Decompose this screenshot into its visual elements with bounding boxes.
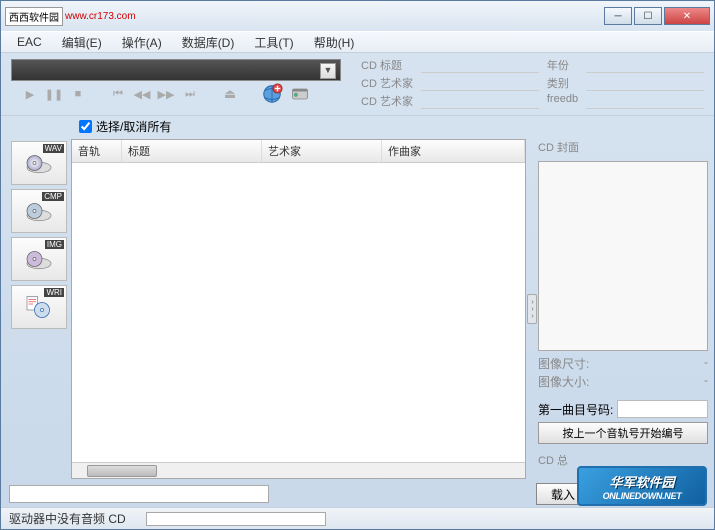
img-dim-value: -	[595, 355, 708, 372]
select-all-label: 选择/取消所有	[96, 118, 171, 135]
menu-edit[interactable]: 编辑(E)	[52, 32, 112, 53]
main-area: WAV CMP IMG WRI 音轨 标题 艺术家 作曲家	[1, 139, 714, 481]
cd-artist2-field[interactable]	[421, 93, 539, 109]
extract-compressed-button[interactable]: CMP	[11, 189, 67, 233]
browser-icon[interactable]	[289, 83, 311, 105]
img-badge: IMG	[45, 240, 64, 249]
cmp-badge: CMP	[42, 192, 64, 201]
titlebar[interactable]: 西西软件园 www.cr173.com ─ ☐ ✕	[1, 1, 714, 31]
toolbar: ▶ ❚❚ ■ ⏮ ◀◀ ▶▶ ⏭ ⏏ CD 标题	[1, 53, 714, 116]
statusbar: 驱动器中没有音频 CD	[1, 507, 714, 529]
cd-freedb-label: freedb	[547, 93, 578, 109]
status-text: 驱动器中没有音频 CD	[9, 510, 126, 527]
bottom-input1[interactable]	[9, 485, 269, 503]
cd-artist2-label: CD 艺术家	[361, 93, 413, 109]
new-button[interactable]: 新建	[652, 483, 706, 505]
stop-button[interactable]: ■	[69, 85, 87, 103]
app-window: 西西软件园 www.cr173.com ─ ☐ ✕ EAC 编辑(E) 操作(A…	[0, 0, 715, 530]
right-panel: CD 封面 图像尺寸: - 图像大小: - 第一曲目号码: 按上一个音轨号开始编…	[538, 139, 708, 479]
pause-button[interactable]: ❚❚	[45, 85, 63, 103]
drive-select[interactable]	[11, 59, 341, 81]
menu-help[interactable]: 帮助(H)	[304, 32, 365, 53]
col-artist[interactable]: 艺术家	[262, 140, 382, 162]
menu-action[interactable]: 操作(A)	[112, 32, 172, 53]
freedb-icon[interactable]	[261, 83, 283, 105]
cd-year-field[interactable]	[586, 57, 704, 73]
track-list: 音轨 标题 艺术家 作曲家	[71, 139, 526, 479]
track-body[interactable]	[72, 163, 525, 462]
rewind-button[interactable]: ◀◀	[133, 85, 151, 103]
renumber-button[interactable]: 按上一个音轨号开始编号	[538, 422, 708, 444]
cd-total-label: CD 总	[538, 452, 708, 468]
cd-title-field[interactable]	[421, 57, 539, 73]
select-all-checkbox[interactable]	[79, 120, 92, 133]
col-track[interactable]: 音轨	[72, 140, 122, 162]
wav-badge: WAV	[43, 144, 64, 153]
watermark-site: 西西软件园	[5, 7, 63, 26]
first-track-button[interactable]: ⏮	[109, 85, 127, 103]
save-button[interactable]: 保存	[594, 483, 648, 505]
close-button[interactable]: ✕	[664, 7, 710, 25]
menu-tools[interactable]: 工具(T)	[244, 32, 303, 53]
extract-image-button[interactable]: IMG	[11, 237, 67, 281]
eject-button[interactable]: ⏏	[221, 85, 239, 103]
play-button[interactable]: ▶	[21, 85, 39, 103]
col-composer[interactable]: 作曲家	[382, 140, 525, 162]
splitter-handle[interactable]: ›››	[527, 294, 537, 324]
cd-artist-field[interactable]	[421, 75, 539, 91]
cover-label: CD 封面	[538, 139, 708, 155]
cd-year-label: 年份	[547, 57, 578, 73]
forward-button[interactable]: ▶▶	[157, 85, 175, 103]
last-track-button[interactable]: ⏭	[181, 85, 199, 103]
load-button[interactable]: 载入	[536, 483, 590, 505]
track-header: 音轨 标题 艺术家 作曲家	[72, 140, 525, 163]
write-cd-button[interactable]: WRI	[11, 285, 67, 329]
cd-genre-field[interactable]	[586, 75, 704, 91]
menu-database[interactable]: 数据库(D)	[172, 32, 245, 53]
cd-genre-label: 类别	[547, 75, 578, 91]
scroll-thumb[interactable]	[87, 465, 157, 477]
bottom-row: 载入 保存 新建	[1, 481, 714, 507]
first-track-label: 第一曲目号码:	[538, 401, 613, 418]
cd-title-label: CD 标题	[361, 57, 413, 73]
status-progress	[146, 512, 326, 526]
left-icon-column: WAV CMP IMG WRI	[7, 139, 71, 479]
select-all-row: 选择/取消所有	[1, 116, 714, 139]
splitter[interactable]: ›››	[526, 139, 538, 479]
menubar: EAC 编辑(E) 操作(A) 数据库(D) 工具(T) 帮助(H)	[1, 31, 714, 53]
first-track-field[interactable]	[617, 400, 708, 418]
cover-box[interactable]	[538, 161, 708, 351]
extract-wav-button[interactable]: WAV	[11, 141, 67, 185]
cd-freedb-field[interactable]	[586, 93, 704, 109]
menu-eac[interactable]: EAC	[7, 33, 52, 51]
img-dim-label: 图像尺寸:	[538, 355, 589, 372]
wri-badge: WRI	[44, 288, 64, 297]
horizontal-scrollbar[interactable]	[72, 462, 525, 478]
col-title[interactable]: 标题	[122, 140, 262, 162]
img-size-label: 图像大小:	[538, 373, 589, 390]
maximize-button[interactable]: ☐	[634, 7, 662, 25]
watermark-url: www.cr173.com	[65, 11, 136, 22]
minimize-button[interactable]: ─	[604, 7, 632, 25]
cd-artist-label: CD 艺术家	[361, 75, 413, 91]
img-size-value: -	[595, 373, 708, 390]
